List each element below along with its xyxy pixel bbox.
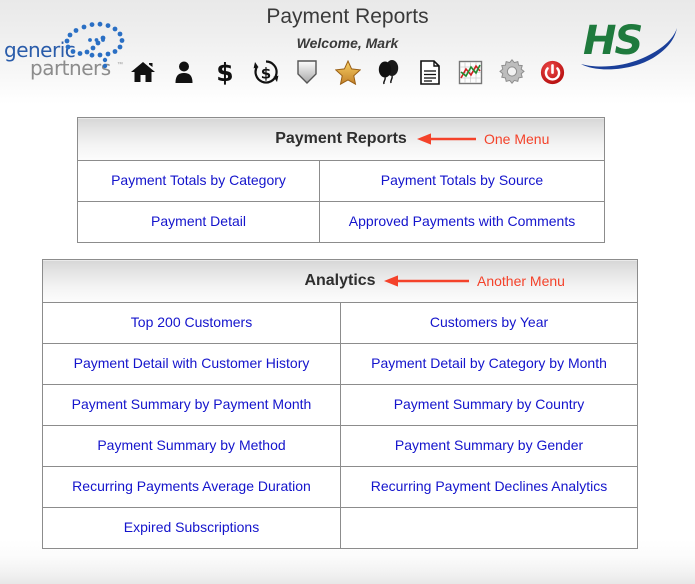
menu-cell[interactable]: Approved Payments with Comments — [319, 201, 605, 243]
home-icon[interactable] — [129, 58, 157, 86]
table-row: Recurring Payments Average Duration Recu… — [42, 466, 639, 508]
menu-link-payment-summary-by-gender[interactable]: Payment Summary by Gender — [395, 437, 583, 453]
menu-link-customers-by-year[interactable]: Customers by Year — [430, 314, 548, 330]
star-icon[interactable] — [334, 58, 362, 86]
toolbar: $ $ — [0, 58, 695, 86]
menu-cell[interactable]: Payment Summary by Gender — [339, 425, 639, 467]
menu-link-payment-detail[interactable]: Payment Detail — [151, 213, 246, 229]
menu-cell[interactable]: Recurring Payment Declines Analytics — [339, 466, 639, 508]
table-row: Payment Detail with Customer History Pay… — [42, 343, 639, 385]
menu-cell[interactable]: Payment Totals by Category — [77, 160, 320, 202]
menu-cell[interactable]: Customers by Year — [339, 302, 639, 344]
menu-link-payment-summary-by-payment-month[interactable]: Payment Summary by Payment Month — [72, 396, 312, 412]
menu-header-payment-reports: Payment Reports One Menu — [77, 117, 605, 161]
menu-link-payment-totals-by-source[interactable]: Payment Totals by Source — [381, 172, 543, 188]
menu-cell[interactable]: Expired Subscriptions — [42, 507, 341, 549]
menu-cell[interactable]: Payment Summary by Payment Month — [42, 384, 341, 426]
table-row: Top 200 Customers Customers by Year — [42, 302, 639, 344]
menu-payment-reports: Payment Reports One Menu Payment Totals … — [77, 117, 605, 243]
menu-title: Payment Reports — [275, 130, 407, 147]
power-icon[interactable] — [539, 58, 567, 86]
menu-cell[interactable]: Payment Detail with Customer History — [42, 343, 341, 385]
annotation-one-menu: One Menu — [416, 131, 549, 147]
menu-link-expired-subscriptions[interactable]: Expired Subscriptions — [124, 519, 259, 535]
annotation-label: Another Menu — [477, 273, 565, 289]
menu-cell-empty — [339, 507, 639, 549]
table-row: Payment Totals by Category Payment Total… — [77, 160, 605, 202]
menu-link-payment-detail-by-category-by-month[interactable]: Payment Detail by Category by Month — [371, 355, 607, 371]
table-row: Payment Summary by Method Payment Summar… — [42, 425, 639, 467]
menu-cell[interactable]: Payment Detail — [77, 201, 320, 243]
menu-link-payment-totals-by-category[interactable]: Payment Totals by Category — [111, 172, 286, 188]
menu-title: Analytics — [304, 272, 376, 289]
shield-icon[interactable] — [293, 58, 321, 86]
page-header: generic partners ™ Payment Reports Welco… — [0, 0, 695, 104]
menu-cell[interactable]: Payment Detail by Category by Month — [339, 343, 639, 385]
arrow-left-icon — [384, 275, 469, 287]
svg-text:$: $ — [216, 59, 233, 85]
annotation-label: One Menu — [484, 131, 550, 147]
menu-link-approved-payments-with-comments[interactable]: Approved Payments with Comments — [349, 213, 575, 229]
table-row: Payment Summary by Payment Month Payment… — [42, 384, 639, 426]
balloons-icon[interactable] — [375, 58, 403, 86]
person-icon[interactable] — [170, 58, 198, 86]
menu-cell[interactable]: Recurring Payments Average Duration — [42, 466, 341, 508]
menu-analytics: Analytics Another Menu Top 200 Customers… — [41, 259, 639, 549]
menu-link-payment-detail-with-customer-history[interactable]: Payment Detail with Customer History — [74, 355, 310, 371]
menu-cell[interactable]: Top 200 Customers — [42, 302, 341, 344]
table-row: Expired Subscriptions — [42, 507, 639, 549]
menu-header-analytics: Analytics Another Menu — [41, 259, 639, 303]
dollar-icon[interactable]: $ — [211, 58, 239, 86]
menu-header-row: Analytics Another Menu — [41, 259, 639, 303]
document-icon[interactable] — [416, 58, 444, 86]
menu-link-top-200-customers[interactable]: Top 200 Customers — [131, 314, 252, 330]
menu-link-payment-summary-by-method[interactable]: Payment Summary by Method — [97, 437, 285, 453]
gear-icon[interactable] — [498, 58, 526, 86]
annotation-another-menu: Another Menu — [383, 273, 565, 289]
menu-cell[interactable]: Payment Totals by Source — [319, 160, 605, 202]
menu-link-recurring-payment-declines-analytics[interactable]: Recurring Payment Declines Analytics — [371, 478, 608, 494]
menu-cell[interactable]: Payment Summary by Country — [339, 384, 639, 426]
menu-header-row: Payment Reports One Menu — [77, 117, 605, 161]
menu-link-payment-summary-by-country[interactable]: Payment Summary by Country — [394, 396, 585, 412]
chart-icon[interactable] — [457, 58, 485, 86]
menu-link-recurring-payments-average-duration[interactable]: Recurring Payments Average Duration — [72, 478, 311, 494]
arrow-left-icon — [417, 133, 476, 145]
recurring-dollar-icon[interactable]: $ — [252, 58, 280, 86]
svg-text:$: $ — [260, 65, 270, 83]
table-row: Payment Detail Approved Payments with Co… — [77, 201, 605, 243]
menu-cell[interactable]: Payment Summary by Method — [42, 425, 341, 467]
